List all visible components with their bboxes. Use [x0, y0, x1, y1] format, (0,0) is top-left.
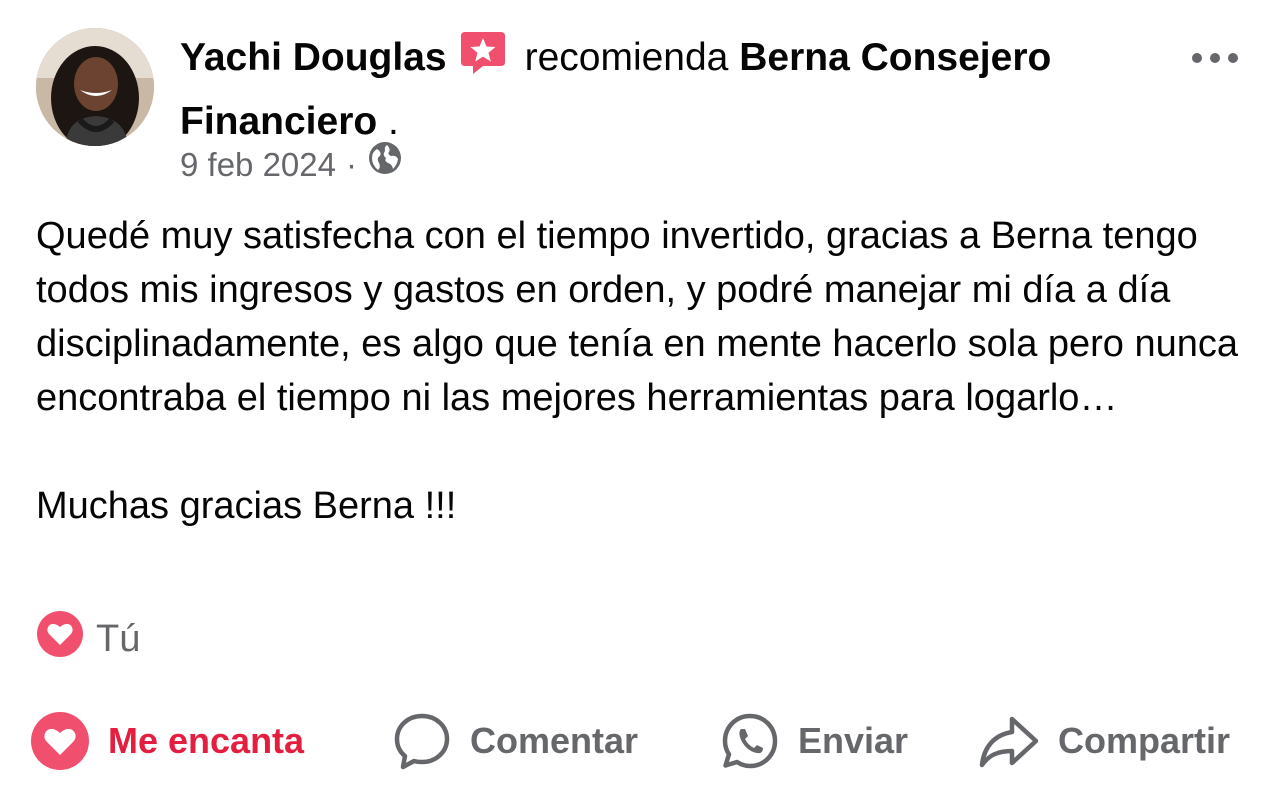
more-options-icon [1192, 53, 1238, 63]
share-button-label: Compartir [1058, 720, 1231, 761]
heart-reaction-icon [36, 610, 84, 668]
action-bar: Me encanta Comentar Enviar Compartir [0, 705, 1280, 777]
love-button[interactable]: Me encanta [30, 705, 304, 777]
reactions-summary[interactable]: Tú [36, 610, 140, 668]
heart-icon [31, 712, 89, 770]
post-body-paragraph: Quedé muy satisfecha con el tiempo inver… [36, 215, 1239, 419]
post-header: Yachi Douglas recomienda Berna Consejero … [180, 28, 1080, 151]
whatsapp-icon [722, 713, 778, 769]
post-date[interactable]: 9 feb 2024 [180, 140, 336, 190]
author-name[interactable]: Yachi Douglas [180, 36, 447, 79]
globe-icon [367, 140, 403, 190]
more-options-button[interactable] [1190, 46, 1240, 70]
trailing-punctuation: . [377, 100, 399, 143]
avatar[interactable] [36, 28, 154, 146]
send-button-label: Enviar [798, 720, 909, 761]
comment-button-label: Comentar [470, 720, 639, 761]
post-meta: 9 feb 2024 · [180, 140, 403, 190]
send-button[interactable]: Enviar [720, 705, 908, 777]
reaction-names: Tú [96, 617, 141, 660]
recommend-verb: recomienda [524, 36, 729, 79]
recommend-star-icon [459, 28, 507, 93]
recommendation-post: Yachi Douglas recomienda Berna Consejero … [0, 0, 1280, 796]
comment-bubble-icon [394, 713, 450, 770]
love-button-label: Me encanta [108, 720, 305, 761]
meta-separator: · [345, 146, 357, 183]
comment-button[interactable]: Comentar [392, 705, 638, 777]
share-arrow-icon [979, 716, 1039, 768]
post-body-paragraph: Muchas gracias Berna !!! [36, 485, 457, 527]
share-button[interactable]: Compartir [978, 705, 1230, 777]
post-body: Quedé muy satisfecha con el tiempo inver… [36, 209, 1246, 533]
